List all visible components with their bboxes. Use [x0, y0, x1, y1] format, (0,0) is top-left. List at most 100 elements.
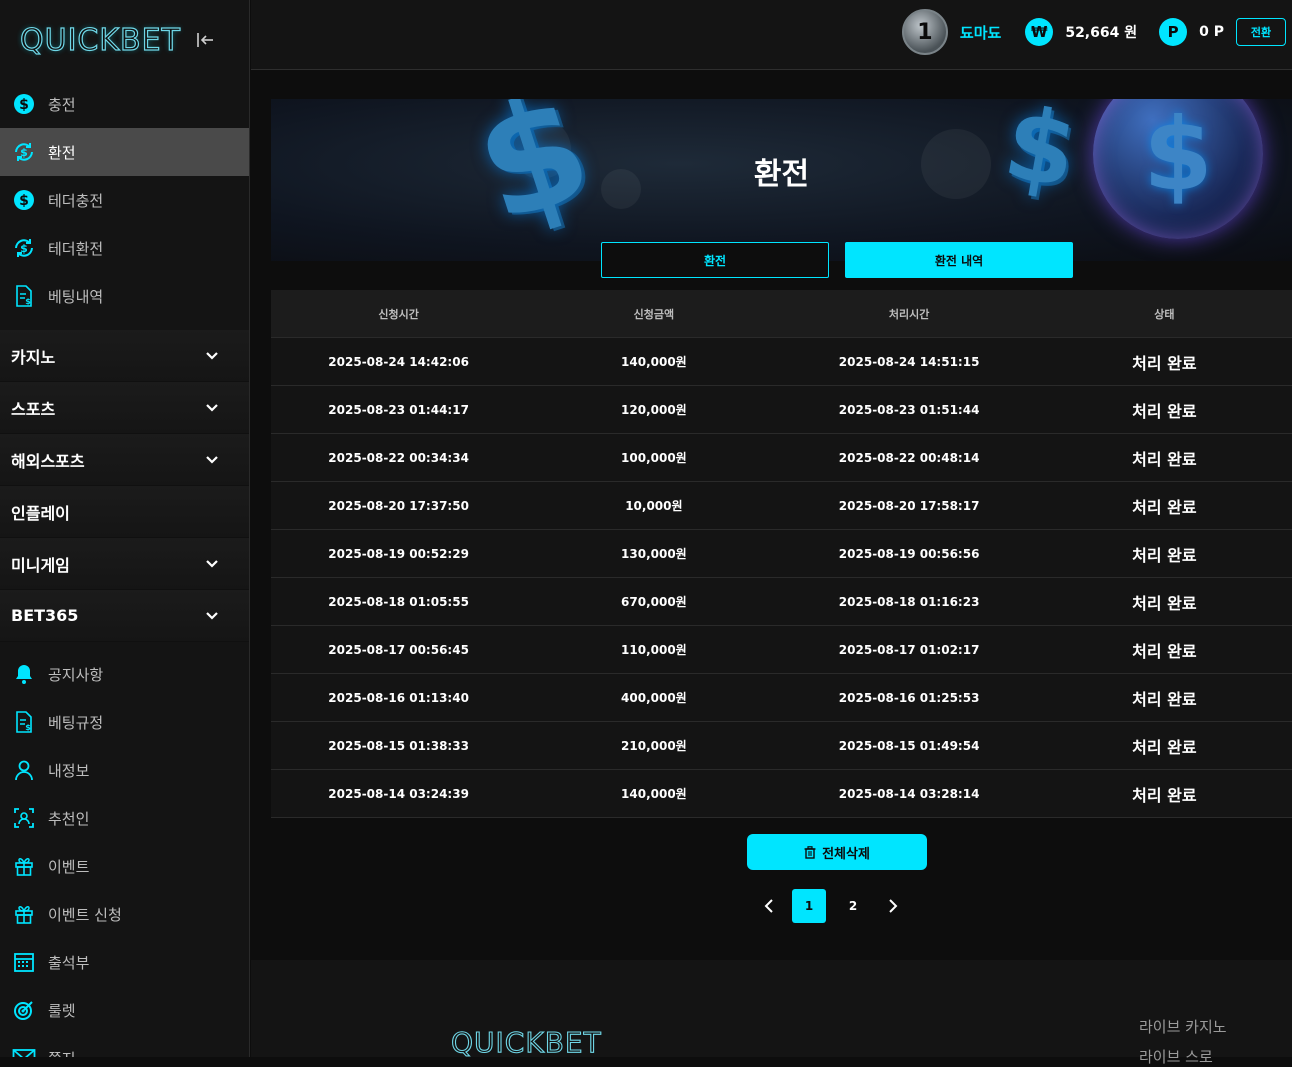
table-row: 2025-08-22 00:34:34 100,000원 2025-08-22 00…	[271, 434, 1292, 482]
trash-icon	[804, 845, 816, 859]
sidebar-item-label: 이벤트 신청	[48, 905, 122, 924]
dollar-circle-icon: $	[12, 92, 36, 116]
sidebar-item-top-3[interactable]: $ 테더환전	[0, 224, 249, 272]
table-row: 2025-08-19 00:52:29 130,000원 2025-08-19 00…	[271, 530, 1292, 578]
sidebar-item-label: 베팅내역	[48, 287, 104, 306]
tab-exchange[interactable]: 환전	[601, 242, 829, 278]
cell-status: 처리 완료	[1132, 737, 1197, 757]
footer-link-live-casino[interactable]: 라이브 카지노	[1139, 1016, 1227, 1037]
sidebar: QUICKBET $ 충전 $ 환전 $ 테더충전 $ 테더환전 $ 베팅내역 카지노 스포츠 해외스…	[0, 0, 250, 1057]
table-row: 2025-08-24 14:42:06 140,000원 2025-08-24 14…	[271, 338, 1292, 386]
previous-page-icon[interactable]	[756, 889, 782, 923]
page-2-button[interactable]: 2	[836, 889, 870, 923]
convert-points-button[interactable]: 전환	[1236, 18, 1286, 46]
cell-status: 처리 완료	[1132, 593, 1197, 613]
chevron-down-icon	[205, 554, 219, 573]
sidebar-item-label: 추천인	[48, 809, 90, 828]
cell-status: 처리 완료	[1132, 641, 1197, 661]
sidebar-item-label: 내정보	[48, 761, 90, 780]
sidebar-category-0[interactable]: 카지노	[0, 330, 249, 382]
svg-text:$: $	[25, 723, 31, 732]
sidebar-item-label: 베팅규정	[48, 713, 104, 732]
sidebar-item-label: 출석부	[48, 953, 90, 972]
footer-logo: QUICKBET	[450, 1025, 602, 1059]
cell-request-time: 2025-08-24 14:42:06	[328, 354, 469, 369]
sidebar-item-label: 쪽지	[48, 1048, 76, 1058]
table-header: 신청시간 신청금액 처리시간 상태	[271, 290, 1292, 338]
sidebar-item-bottom-5[interactable]: 이벤트 신청	[0, 890, 249, 938]
cell-process-time: 2025-08-18 01:16:23	[838, 594, 980, 609]
svg-text:$: $	[19, 97, 29, 113]
sidebar-item-top-4[interactable]: $ 베팅내역	[0, 272, 249, 320]
username[interactable]: 됴마됴	[960, 22, 1001, 43]
sidebar-item-top-2[interactable]: $ 테더충전	[0, 176, 249, 224]
cell-request-time: 2025-08-15 01:38:33	[328, 738, 469, 753]
sidebar-category-2[interactable]: 해외스포츠	[0, 434, 249, 486]
mail-icon	[12, 1046, 36, 1057]
sidebar-item-bottom-6[interactable]: 출석부	[0, 938, 249, 986]
cell-request-time: 2025-08-18 01:05:55	[328, 594, 469, 609]
delete-all-button[interactable]: 전체삭제	[747, 834, 927, 870]
tab-exchange-history[interactable]: 환전 내역	[845, 242, 1073, 278]
cell-status: 처리 완료	[1132, 785, 1197, 805]
sidebar-item-label: 룰렛	[48, 1001, 76, 1020]
sidebar-category-4[interactable]: 미니게임	[0, 538, 249, 590]
table-row: 2025-08-18 01:05:55 670,000원 2025-08-18 01…	[271, 578, 1292, 626]
cell-request-time: 2025-08-20 17:37:50	[328, 498, 469, 513]
roulette-icon	[12, 998, 36, 1022]
footer: QUICKBET 라이브 카지노 라이브 스로	[251, 960, 1292, 1066]
cell-request-time: 2025-08-22 00:34:34	[328, 450, 469, 465]
cell-request-amount: 400,000원	[621, 691, 687, 705]
page-banner: $ $ $ 환전	[271, 99, 1292, 261]
sidebar-item-bottom-0[interactable]: 공지사항	[0, 650, 249, 698]
brand-logo[interactable]: QUICKBET	[19, 22, 181, 58]
sidebar-item-bottom-1[interactable]: $ 베팅규정	[0, 698, 249, 746]
sidebar-category-label: 스포츠	[11, 399, 56, 419]
svg-text:$: $	[20, 146, 28, 159]
sidebar-item-label: 공지사항	[48, 665, 104, 684]
sidebar-item-bottom-4[interactable]: 이벤트	[0, 842, 249, 890]
cell-process-time: 2025-08-22 00:48:14	[838, 450, 980, 465]
cell-process-time: 2025-08-16 01:25:53	[838, 690, 980, 705]
calendar-icon	[12, 950, 36, 974]
table-row: 2025-08-20 17:37:50 10,000원 2025-08-20 17:…	[271, 482, 1292, 530]
cell-process-time: 2025-08-19 00:56:56	[838, 546, 980, 561]
column-header-request-time: 신청시간	[378, 307, 419, 321]
sidebar-item-bottom-8[interactable]: 쪽지	[0, 1034, 249, 1057]
main-content: $ $ $ 환전 환전 환전 내역 신청시간 신청금액 처리시간 상태 2025…	[251, 71, 1292, 1066]
collapse-sidebar-icon[interactable]	[195, 30, 215, 50]
sidebar-category-label: 인플레이	[11, 503, 70, 523]
pagination: 1 2	[756, 889, 906, 923]
sidebar-item-bottom-3[interactable]: 추천인	[0, 794, 249, 842]
sidebar-category-3[interactable]: 인플레이	[0, 486, 249, 538]
sidebar-item-bottom-7[interactable]: 룰렛	[0, 986, 249, 1034]
exchange-dollar-icon: $	[12, 236, 36, 260]
cell-status: 처리 완료	[1132, 449, 1197, 469]
cell-request-time: 2025-08-19 00:52:29	[328, 546, 469, 561]
sidebar-category-1[interactable]: 스포츠	[0, 382, 249, 434]
dollar-circle-icon: $	[12, 188, 36, 212]
chevron-down-icon	[205, 450, 219, 469]
page-1-button[interactable]: 1	[792, 889, 826, 923]
column-header-request-amount: 신청금액	[633, 307, 675, 321]
cell-request-amount: 130,000원	[621, 547, 687, 561]
sidebar-item-top-1[interactable]: $ 환전	[0, 128, 249, 176]
table-row: 2025-08-17 00:56:45 110,000원 2025-08-17 01…	[271, 626, 1292, 674]
exchange-tabs: 환전 환전 내역	[601, 242, 1073, 278]
sidebar-item-label: 테더환전	[48, 239, 104, 258]
sidebar-item-label: 테더충전	[48, 191, 104, 210]
cell-request-amount: 10,000원	[625, 499, 683, 513]
sidebar-item-bottom-2[interactable]: 내정보	[0, 746, 249, 794]
cell-status: 처리 완료	[1132, 497, 1197, 517]
sidebar-item-top-0[interactable]: $ 충전	[0, 80, 249, 128]
balance-amount: 52,664 원	[1065, 25, 1138, 41]
sidebar-bottom-menu: 공지사항 $ 베팅규정내정보추천인이벤트이벤트 신청출석부룰렛쪽지	[0, 650, 249, 1057]
sidebar-category-5[interactable]: BET365	[0, 590, 249, 642]
sidebar-categories: 카지노스포츠해외스포츠인플레이미니게임 BET365	[0, 330, 249, 642]
cell-request-time: 2025-08-23 01:44:17	[328, 402, 469, 417]
referral-icon	[12, 806, 36, 830]
sidebar-category-label: BET365	[11, 606, 79, 625]
sidebar-item-label: 이벤트	[48, 857, 90, 876]
next-page-icon[interactable]	[880, 889, 906, 923]
chevron-down-icon	[205, 606, 219, 625]
